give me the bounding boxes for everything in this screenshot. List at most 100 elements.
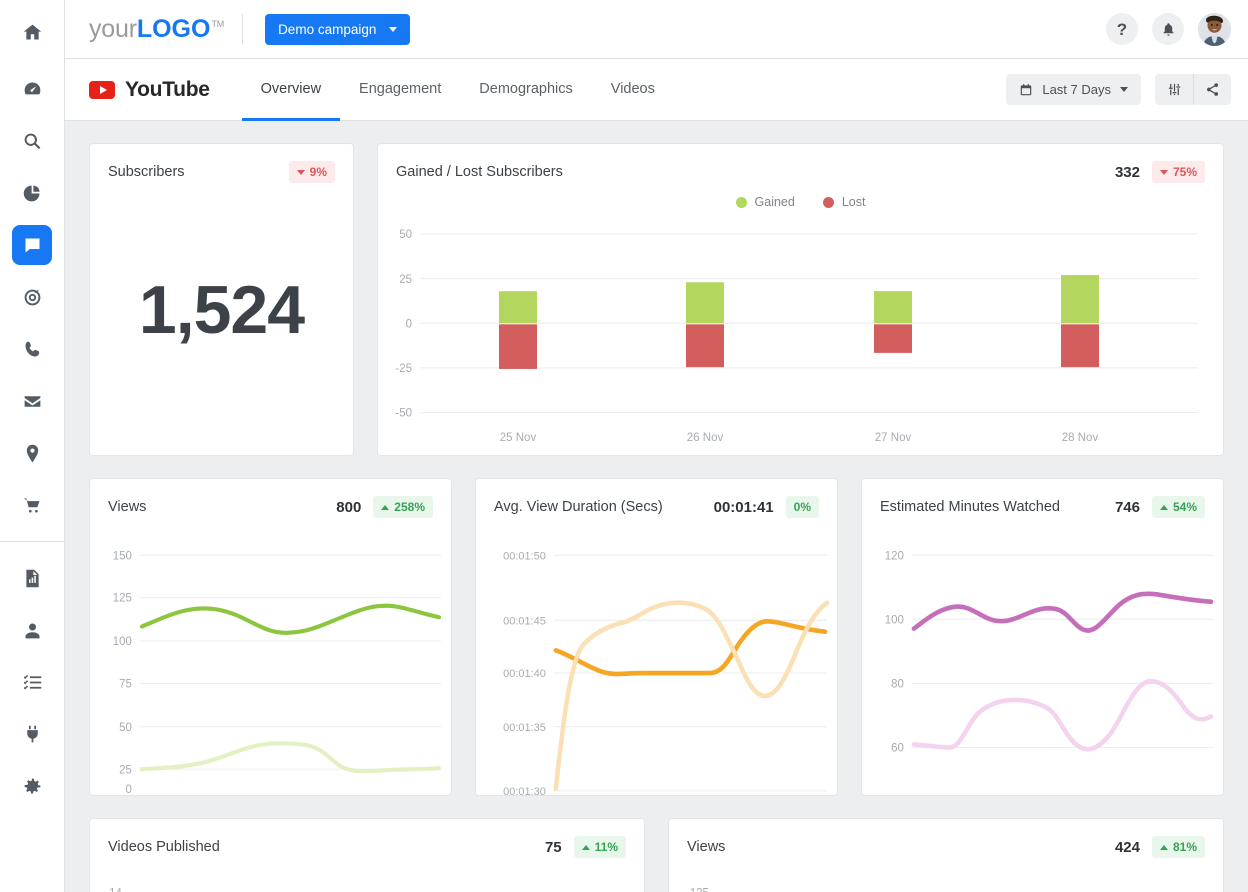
card-title: Estimated Minutes Watched [880, 499, 1060, 515]
pie-chart-icon [22, 183, 43, 204]
date-range-label: Last 7 Days [1042, 82, 1111, 97]
logo-separator [242, 14, 243, 44]
dashboard-row-3: Videos Published 75 11% 14 [89, 818, 1224, 892]
logo-bold-text: LOGO [137, 15, 211, 43]
main-sidebar [0, 0, 65, 892]
status-badge: 9% [289, 161, 335, 183]
card-value: 800 [336, 499, 361, 516]
bar-gained-2 [874, 291, 912, 323]
badge-value: 75% [1173, 165, 1197, 179]
chevron-down-icon [389, 27, 397, 32]
status-badge: 258% [373, 496, 433, 518]
card-title: Views [687, 839, 725, 855]
y-tick-80: 80 [891, 677, 904, 690]
card-title: Videos Published [108, 839, 220, 855]
sidebar-item-calls[interactable] [12, 329, 52, 369]
triangle-up-icon [1160, 845, 1168, 850]
app-logo[interactable]: yourLOGOTM [89, 15, 224, 44]
share-button[interactable] [1193, 74, 1231, 105]
avg-duration-svg: 00:01:50 00:01:45 00:01:40 00:01:35 00:0… [476, 518, 837, 795]
status-badge: 0% [786, 496, 819, 518]
sidebar-item-messages[interactable] [12, 225, 52, 265]
tab-demographics[interactable]: Demographics [460, 60, 592, 121]
tab-overview[interactable]: Overview [242, 60, 340, 121]
triangle-up-icon [582, 845, 590, 850]
chat-icon [22, 235, 43, 256]
question-mark-icon: ? [1117, 21, 1127, 38]
tab-engagement[interactable]: Engagement [340, 60, 460, 121]
sidebar-item-contacts[interactable] [12, 610, 52, 650]
card-header: Videos Published 75 11% [90, 819, 644, 858]
campaign-selector[interactable]: Demo campaign [265, 14, 410, 45]
app-root: yourLOGOTM Demo campaign ? [0, 0, 1248, 892]
avg-duration-line-previous [556, 603, 827, 789]
sidebar-item-search[interactable] [12, 121, 52, 161]
sidebar-item-dashboard[interactable] [12, 69, 52, 109]
avg-duration-chart: 00:01:50 00:01:45 00:01:40 00:01:35 00:0… [476, 518, 837, 795]
card-value: 746 [1115, 499, 1140, 516]
y-tick-120: 120 [885, 549, 905, 562]
report-document-icon [22, 568, 43, 589]
channel-name: YouTube [125, 78, 210, 102]
youtube-brand: YouTube [89, 78, 210, 102]
gear-icon [22, 776, 43, 797]
y-tick-0: 00:01:50 [503, 550, 546, 562]
user-icon [22, 620, 43, 641]
sidebar-item-integrations[interactable] [12, 714, 52, 754]
card-header: Views 424 81% [669, 819, 1223, 858]
gained-lost-svg: 50 25 0 -25 -50 [378, 183, 1223, 455]
y-tick-2: 00:01:40 [503, 668, 546, 680]
chart-legend: Gained Lost [378, 195, 1223, 209]
dashboard-row-2: Views 800 258% [89, 478, 1224, 796]
sidebar-item-commerce[interactable] [12, 485, 52, 525]
help-button[interactable]: ? [1106, 13, 1138, 45]
notifications-button[interactable] [1152, 13, 1184, 45]
y-tick-125: 125 [113, 592, 132, 605]
card-views: Views 800 258% [89, 478, 452, 796]
tab-videos[interactable]: Videos [592, 60, 674, 121]
sidebar-item-tasks[interactable] [12, 662, 52, 702]
minutes-watched-chart: 120 100 80 60 40 26 Nov 28 Nov 30 Nov [862, 518, 1223, 795]
sidebar-item-goals[interactable] [12, 277, 52, 317]
share-icon [1205, 82, 1220, 97]
card-value: 75 [545, 839, 562, 856]
legend-label: Gained [755, 195, 795, 209]
legend-label: Lost [842, 195, 866, 209]
badge-value: 54% [1173, 500, 1197, 514]
sidebar-divider [0, 541, 65, 542]
location-pin-icon [22, 443, 43, 464]
views-line-previous [142, 743, 439, 771]
sidebar-item-email[interactable] [12, 381, 52, 421]
dashboard-icon [22, 79, 43, 100]
date-range-selector[interactable]: Last 7 Days [1006, 74, 1141, 105]
y-tick-0: 0 [126, 783, 133, 795]
sidebar-item-settings[interactable] [12, 766, 52, 806]
y-tick-25: 25 [119, 763, 132, 776]
logo-light-text: your [89, 15, 137, 43]
legend-item-gained: Gained [736, 195, 795, 209]
sidebar-item-home[interactable] [12, 12, 52, 52]
search-icon [22, 131, 43, 152]
dashboard-content: Subscribers 9% 1,524 Gained / Lost Subsc… [65, 121, 1248, 892]
campaign-selector-label: Demo campaign [278, 22, 376, 37]
main-area: yourLOGOTM Demo campaign ? [65, 0, 1248, 892]
minutes-line-previous [914, 681, 1211, 749]
badge-value: 0% [794, 500, 811, 514]
user-avatar[interactable] [1198, 13, 1231, 46]
y-tick-4: 00:01:30 [503, 786, 546, 795]
card-header: Estimated Minutes Watched 746 54% [862, 479, 1223, 518]
y-tick-150: 150 [113, 549, 133, 562]
legend-item-lost: Lost [823, 195, 866, 209]
badge-value: 11% [595, 840, 618, 854]
sidebar-item-reports[interactable] [12, 558, 52, 598]
y-tick-25: 25 [399, 272, 412, 286]
phone-icon [22, 339, 43, 360]
sidebar-item-locations[interactable] [12, 433, 52, 473]
y-tick-75: 75 [119, 677, 132, 690]
checklist-icon [22, 672, 43, 693]
badge-value: 9% [310, 165, 327, 179]
bar-gained-3 [1061, 275, 1099, 323]
sidebar-item-analytics[interactable] [12, 173, 52, 213]
views-svg: 150 125 100 75 50 25 0 26 Nov 28 Nov 30 … [90, 518, 451, 795]
filter-settings-button[interactable] [1155, 74, 1193, 105]
